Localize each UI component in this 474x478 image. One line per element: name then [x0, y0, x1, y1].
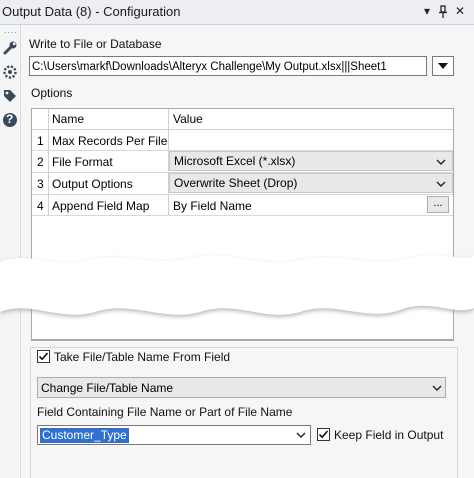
name-mode-select[interactable]: Change File/Table Name [37, 377, 446, 398]
window-title: Output Data (8) - Configuration [2, 4, 181, 19]
append-field-map-value: By Field Name [173, 199, 252, 213]
grid-row-number: 2 [37, 155, 44, 169]
grid-border-bottom [31, 340, 454, 341]
grid-header-name: Name [52, 112, 85, 126]
torn-gap [0, 255, 474, 315]
output-options-value: Overwrite Sheet (Drop) [174, 176, 298, 190]
output-path-input[interactable]: C:\Users\markf\Downloads\Alteryx Challen… [29, 56, 427, 76]
strip-grip: .... [4, 25, 19, 35]
path-dropdown-button[interactable] [432, 56, 454, 76]
close-icon[interactable]: ✕ [455, 4, 465, 18]
grid-row-divider [32, 215, 453, 216]
grid-row-number: 3 [37, 177, 44, 191]
help-icon[interactable]: ? [0, 110, 20, 130]
output-options-select[interactable]: Overwrite Sheet (Drop) [169, 173, 453, 193]
chevron-down-icon [296, 432, 306, 438]
tag-icon[interactable] [0, 86, 20, 106]
keep-field-label: Keep Field in Output [334, 428, 444, 442]
pin-icon-graphic [439, 5, 447, 18]
take-from-field-checkbox[interactable] [37, 350, 50, 363]
options-label: Options [31, 86, 73, 100]
write-label: Write to File or Database [29, 37, 162, 51]
grid-row-name: Append Field Map [52, 199, 150, 213]
pin-icon[interactable] [438, 5, 448, 19]
checkmark-icon [318, 430, 329, 439]
wrench-icon[interactable] [0, 38, 20, 58]
gear-icon-graphic [3, 65, 17, 79]
field-label: Field Containing File Name or Part of Fi… [37, 405, 293, 419]
grid-header-value: Value [173, 112, 203, 126]
field-name-value: Customer_Type [40, 428, 129, 443]
grid-row-number: 1 [37, 134, 44, 148]
file-format-select[interactable]: Microsoft Excel (*.xlsx) [169, 151, 453, 171]
take-from-field-label: Take File/Table Name From Field [54, 350, 231, 364]
field-name-select[interactable]: Customer_Type [37, 425, 311, 445]
grid-row-name: File Format [52, 155, 113, 169]
gear-icon[interactable] [0, 62, 20, 82]
chevron-down-icon [438, 63, 448, 69]
tag-icon-graphic [4, 90, 16, 102]
grid-row-name: Max Records Per File [52, 134, 168, 148]
chevron-down-icon [432, 385, 442, 391]
chevron-down-icon [436, 159, 446, 165]
grid-row-name: Output Options [52, 177, 133, 191]
grid-col-divider [48, 109, 49, 215]
grid-row-divider [32, 194, 453, 195]
max-records-input[interactable] [169, 130, 453, 150]
grid-row-number: 4 [37, 199, 44, 213]
name-mode-value: Change File/Table Name [41, 381, 174, 395]
grid-header [32, 109, 453, 130]
grid-border-left [31, 330, 32, 340]
wrench-icon-graphic [3, 41, 17, 55]
append-field-map-button[interactable]: ... [427, 196, 449, 213]
help-glyph: ? [6, 112, 14, 126]
checkmark-icon [38, 352, 49, 361]
keep-field-checkbox[interactable] [317, 428, 330, 441]
chevron-down-icon [436, 181, 446, 187]
file-format-value: Microsoft Excel (*.xlsx) [174, 154, 296, 168]
panel-menu-dropdown-icon[interactable]: ▾ [424, 4, 430, 18]
